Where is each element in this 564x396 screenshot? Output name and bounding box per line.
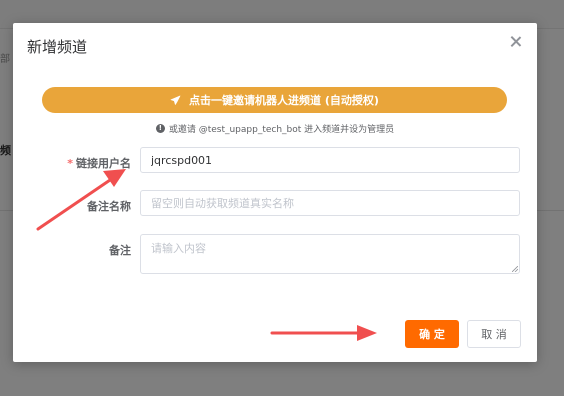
info-icon: ! [155,124,165,133]
username-input[interactable] [140,147,520,173]
remark-label: 备注 [109,244,131,257]
invite-tip: ! 或邀请 @test_upapp_tech_bot 进入频道并设为管理员 [13,122,537,135]
cancel-button[interactable]: 取 消 [467,320,521,348]
resize-grip-icon[interactable] [512,266,518,272]
invite-button-label: 点击一键邀请机器人进频道 (自动授权) [189,94,379,107]
send-icon [170,95,181,105]
close-icon[interactable] [509,35,523,49]
username-label: * 链接用户名 [41,155,131,171]
required-mark: * [67,157,73,170]
remark-textarea-wrap [140,234,520,274]
invite-bot-button[interactable]: 点击一键邀请机器人进频道 (自动授权) [42,87,507,113]
username-label-text: 链接用户名 [76,157,131,170]
invite-tip-text: 或邀请 @test_upapp_tech_bot 进入频道并设为管理员 [168,125,395,135]
add-channel-dialog: 新增频道 点击一键邀请机器人进频道 (自动授权) ! 或邀请 @test_upa… [13,23,537,362]
dialog-title: 新增频道 [27,38,88,56]
remark-name-label: 备注名称 [87,200,131,213]
remark-name-input[interactable] [140,190,520,216]
confirm-button[interactable]: 确 定 [405,320,459,348]
remark-textarea[interactable] [140,234,520,274]
